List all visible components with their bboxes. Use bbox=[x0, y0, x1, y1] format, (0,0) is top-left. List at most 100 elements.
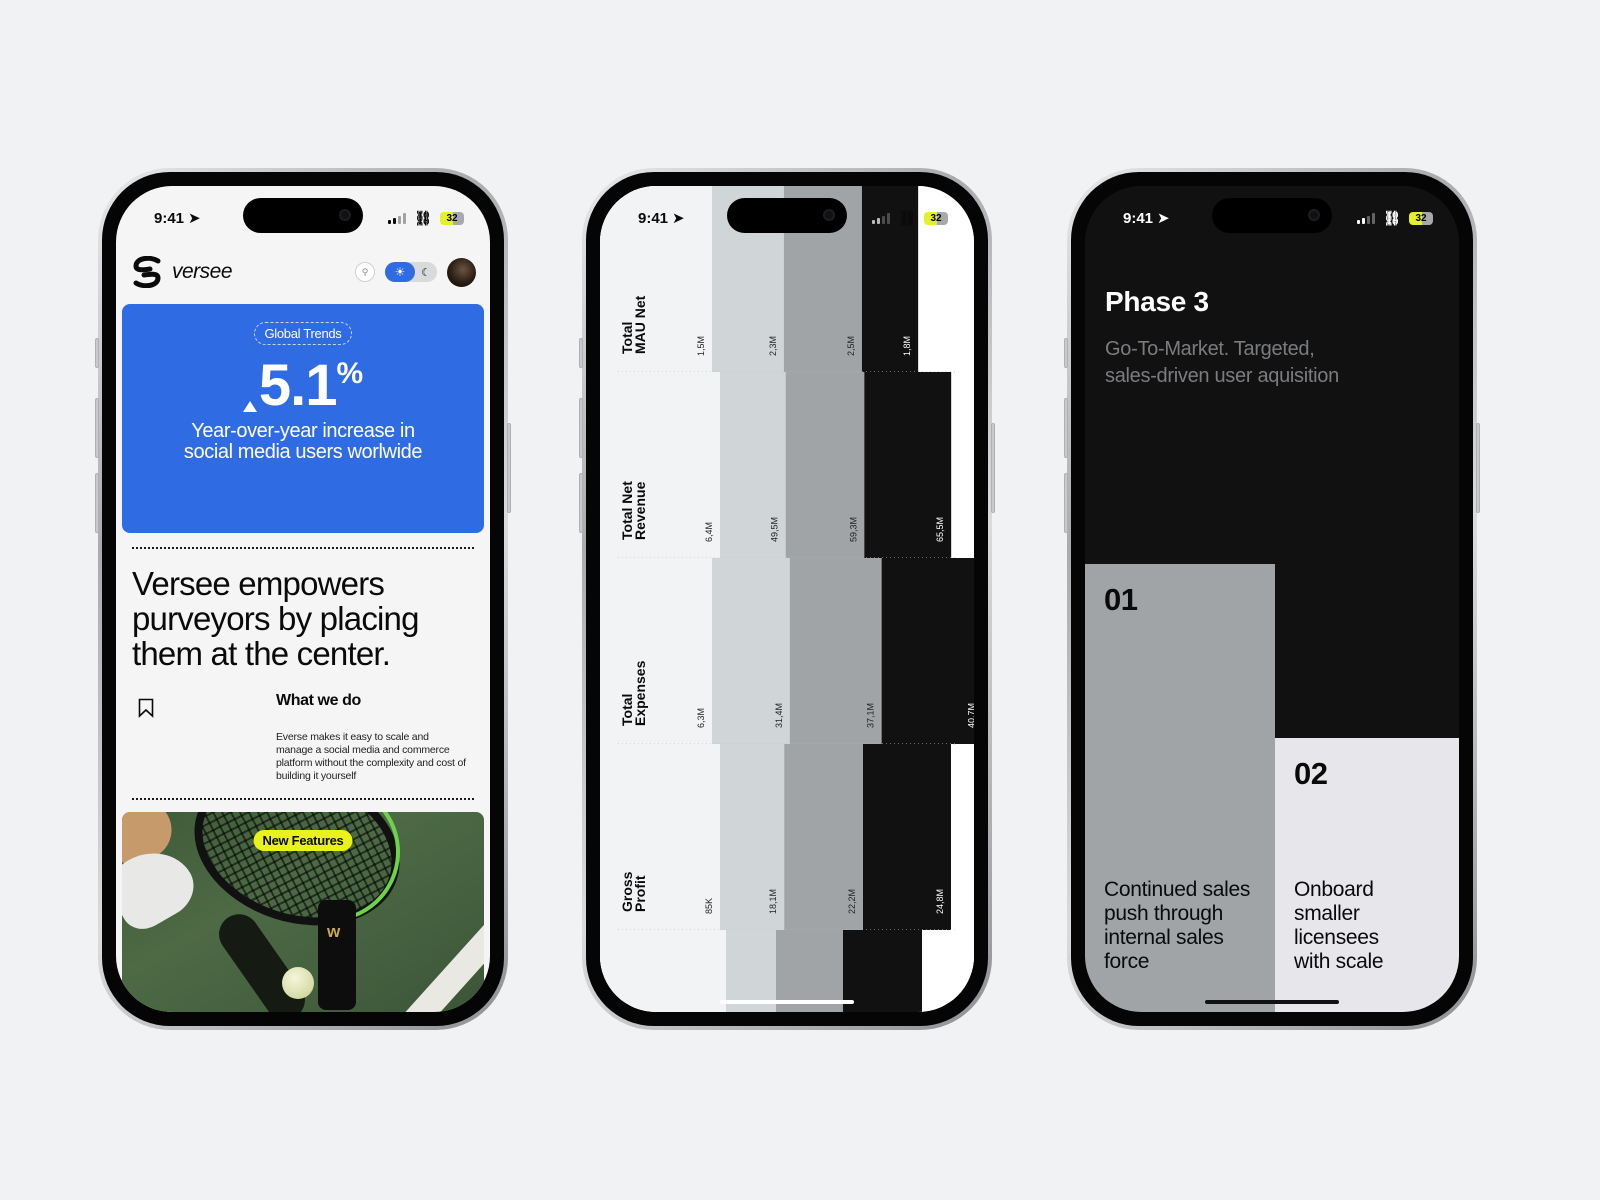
volume-up-button bbox=[1064, 398, 1068, 458]
step-text: Continued sales push through internal sa… bbox=[1104, 878, 1251, 973]
phase-title: Phase 3 bbox=[1105, 286, 1209, 317]
location-arrow-icon: ➤ bbox=[1157, 210, 1170, 227]
signal-icon bbox=[872, 212, 891, 224]
volume-down-button bbox=[1064, 473, 1068, 533]
category-label: Revenue bbox=[632, 481, 648, 540]
tennis-ball bbox=[282, 967, 314, 999]
power-button bbox=[507, 423, 511, 513]
value-label: 31,4M bbox=[774, 703, 784, 728]
value-label: 1,8M bbox=[902, 336, 912, 356]
divider bbox=[132, 547, 474, 549]
bar-segment bbox=[922, 930, 974, 1012]
action-button bbox=[579, 338, 583, 368]
versee-logo-icon bbox=[133, 256, 161, 288]
value-label: 2,3M bbox=[768, 336, 778, 356]
value-label: 40,7M bbox=[966, 703, 974, 728]
battery-icon: 32 bbox=[924, 211, 948, 225]
volume-down-button bbox=[95, 473, 99, 533]
ball-can: w bbox=[318, 900, 356, 1010]
phase-subtitle: Go-To-Market. Targeted, sales-driven use… bbox=[1105, 338, 1339, 387]
battery-icon: 32 bbox=[1409, 211, 1433, 225]
divider bbox=[132, 798, 474, 800]
triangle-up-icon bbox=[242, 401, 257, 412]
sun-icon: ☀ bbox=[385, 262, 415, 282]
section-description: Everse makes it easy to scale and manage… bbox=[276, 731, 466, 782]
value-label: 6,3M bbox=[696, 708, 706, 728]
moon-icon: ☾ bbox=[421, 266, 431, 279]
bar-segment bbox=[600, 744, 720, 930]
tag-pill: Global Trends bbox=[254, 322, 352, 345]
value-label: 37,1M bbox=[866, 703, 876, 728]
stat-card: Global Trends 5.1 % Year-over-year incre… bbox=[122, 304, 484, 533]
link-icon: ⛓ bbox=[898, 209, 916, 226]
time-text: 9:41 bbox=[1123, 209, 1154, 227]
headline: Versee empowers purveyors by placing the… bbox=[132, 565, 419, 672]
clock: 9:41 ➤ bbox=[638, 209, 685, 228]
search-button[interactable]: ⚲ bbox=[355, 262, 375, 282]
dynamic-island bbox=[243, 198, 363, 233]
category-label: Expenses bbox=[632, 660, 648, 726]
category-label: MAU Net bbox=[632, 295, 648, 354]
stat-value: 5.1 % bbox=[122, 357, 484, 415]
brand-name: versee bbox=[172, 260, 233, 283]
value-label: 65,5M bbox=[935, 517, 945, 542]
value-label: 49,5M bbox=[770, 517, 780, 542]
step-number: 01 bbox=[1104, 582, 1138, 617]
section-title: What we do bbox=[276, 692, 361, 709]
time-text: 9:41 bbox=[154, 209, 185, 227]
new-features-badge[interactable]: New Features bbox=[253, 830, 353, 851]
category-label: Profit bbox=[632, 875, 648, 912]
value-label: 59,3M bbox=[848, 517, 858, 542]
step-text: Onboard smaller licensees with scale bbox=[1294, 878, 1384, 973]
dynamic-island bbox=[727, 198, 847, 233]
location-arrow-icon: ➤ bbox=[188, 210, 201, 227]
financial-chart: 1,5M 2,3M 2,5M 1,8MTotalMAU Net6,4M 49,5M 59,… bbox=[600, 186, 974, 1012]
bar-segment bbox=[843, 930, 922, 1012]
bar-segment bbox=[600, 930, 726, 1012]
clock: 9:41 ➤ bbox=[1123, 209, 1170, 228]
value-label: 1,5M bbox=[696, 336, 706, 356]
action-button bbox=[1064, 338, 1068, 368]
brand-logo[interactable]: versee bbox=[130, 256, 233, 288]
app-header: versee ⚲ ☀ ☾ bbox=[130, 254, 476, 290]
value-label: 22,2M bbox=[847, 889, 857, 914]
volume-up-button bbox=[95, 398, 99, 458]
dynamic-island bbox=[1212, 198, 1332, 233]
feature-image[interactable]: w New Features bbox=[122, 812, 484, 1012]
screen: 9:41 ➤ ⛓ 32 versee ⚲ ☀ ☾ Global Trends 5… bbox=[116, 186, 490, 1012]
volume-up-button bbox=[579, 398, 583, 458]
home-indicator[interactable] bbox=[1205, 1000, 1339, 1004]
step-card-2[interactable]: 02 Onboard smaller licensees with scale bbox=[1275, 738, 1459, 1012]
screen: 9:41 ➤ ⛓ 32 Phase 3 Go-To-Market. Targete… bbox=[1085, 186, 1459, 1012]
stat-number: 5.1 bbox=[258, 353, 338, 418]
stat-description: Year-over-year increase in social media … bbox=[183, 420, 423, 463]
theme-toggle[interactable]: ☀ ☾ bbox=[385, 262, 437, 282]
phone-financial-chart: 1,5M 2,3M 2,5M 1,8M Total MAU Net 6,4M 49,5M 59,… bbox=[579, 168, 995, 1030]
step-number: 02 bbox=[1294, 756, 1328, 791]
phone-landing: 9:41 ➤ ⛓ 32 versee ⚲ ☀ ☾ Global Trends 5… bbox=[95, 168, 511, 1030]
value-label: 2,5M bbox=[846, 336, 856, 356]
value-label: 18,1M bbox=[768, 889, 778, 914]
location-arrow-icon: ➤ bbox=[672, 210, 685, 227]
stat-unit: % bbox=[336, 357, 364, 390]
screen: 1,5M 2,3M 2,5M 1,8M Total MAU Net 6,4M 49,5M 59,… bbox=[600, 186, 974, 1012]
home-indicator[interactable] bbox=[720, 1000, 854, 1004]
search-icon: ⚲ bbox=[361, 266, 369, 277]
bar-segment bbox=[881, 558, 974, 744]
signal-icon bbox=[1357, 212, 1376, 224]
link-icon: ⛓ bbox=[1383, 209, 1401, 226]
signal-icon bbox=[388, 212, 407, 224]
bar-segment bbox=[600, 372, 720, 558]
power-button bbox=[1476, 423, 1480, 513]
avatar[interactable] bbox=[447, 257, 476, 287]
value-label: 24,8M bbox=[935, 889, 945, 914]
bookmark-icon[interactable] bbox=[138, 698, 154, 718]
volume-down-button bbox=[579, 473, 583, 533]
clock: 9:41 ➤ bbox=[154, 209, 201, 228]
step-card-1[interactable]: 01 Continued sales push through internal… bbox=[1085, 564, 1275, 1012]
time-text: 9:41 bbox=[638, 209, 669, 227]
value-label: 85K bbox=[704, 898, 714, 914]
battery-icon: 32 bbox=[440, 211, 464, 225]
phone-phase: 9:41 ➤ ⛓ 32 Phase 3 Go-To-Market. Targete… bbox=[1064, 168, 1480, 1030]
action-button bbox=[95, 338, 99, 368]
